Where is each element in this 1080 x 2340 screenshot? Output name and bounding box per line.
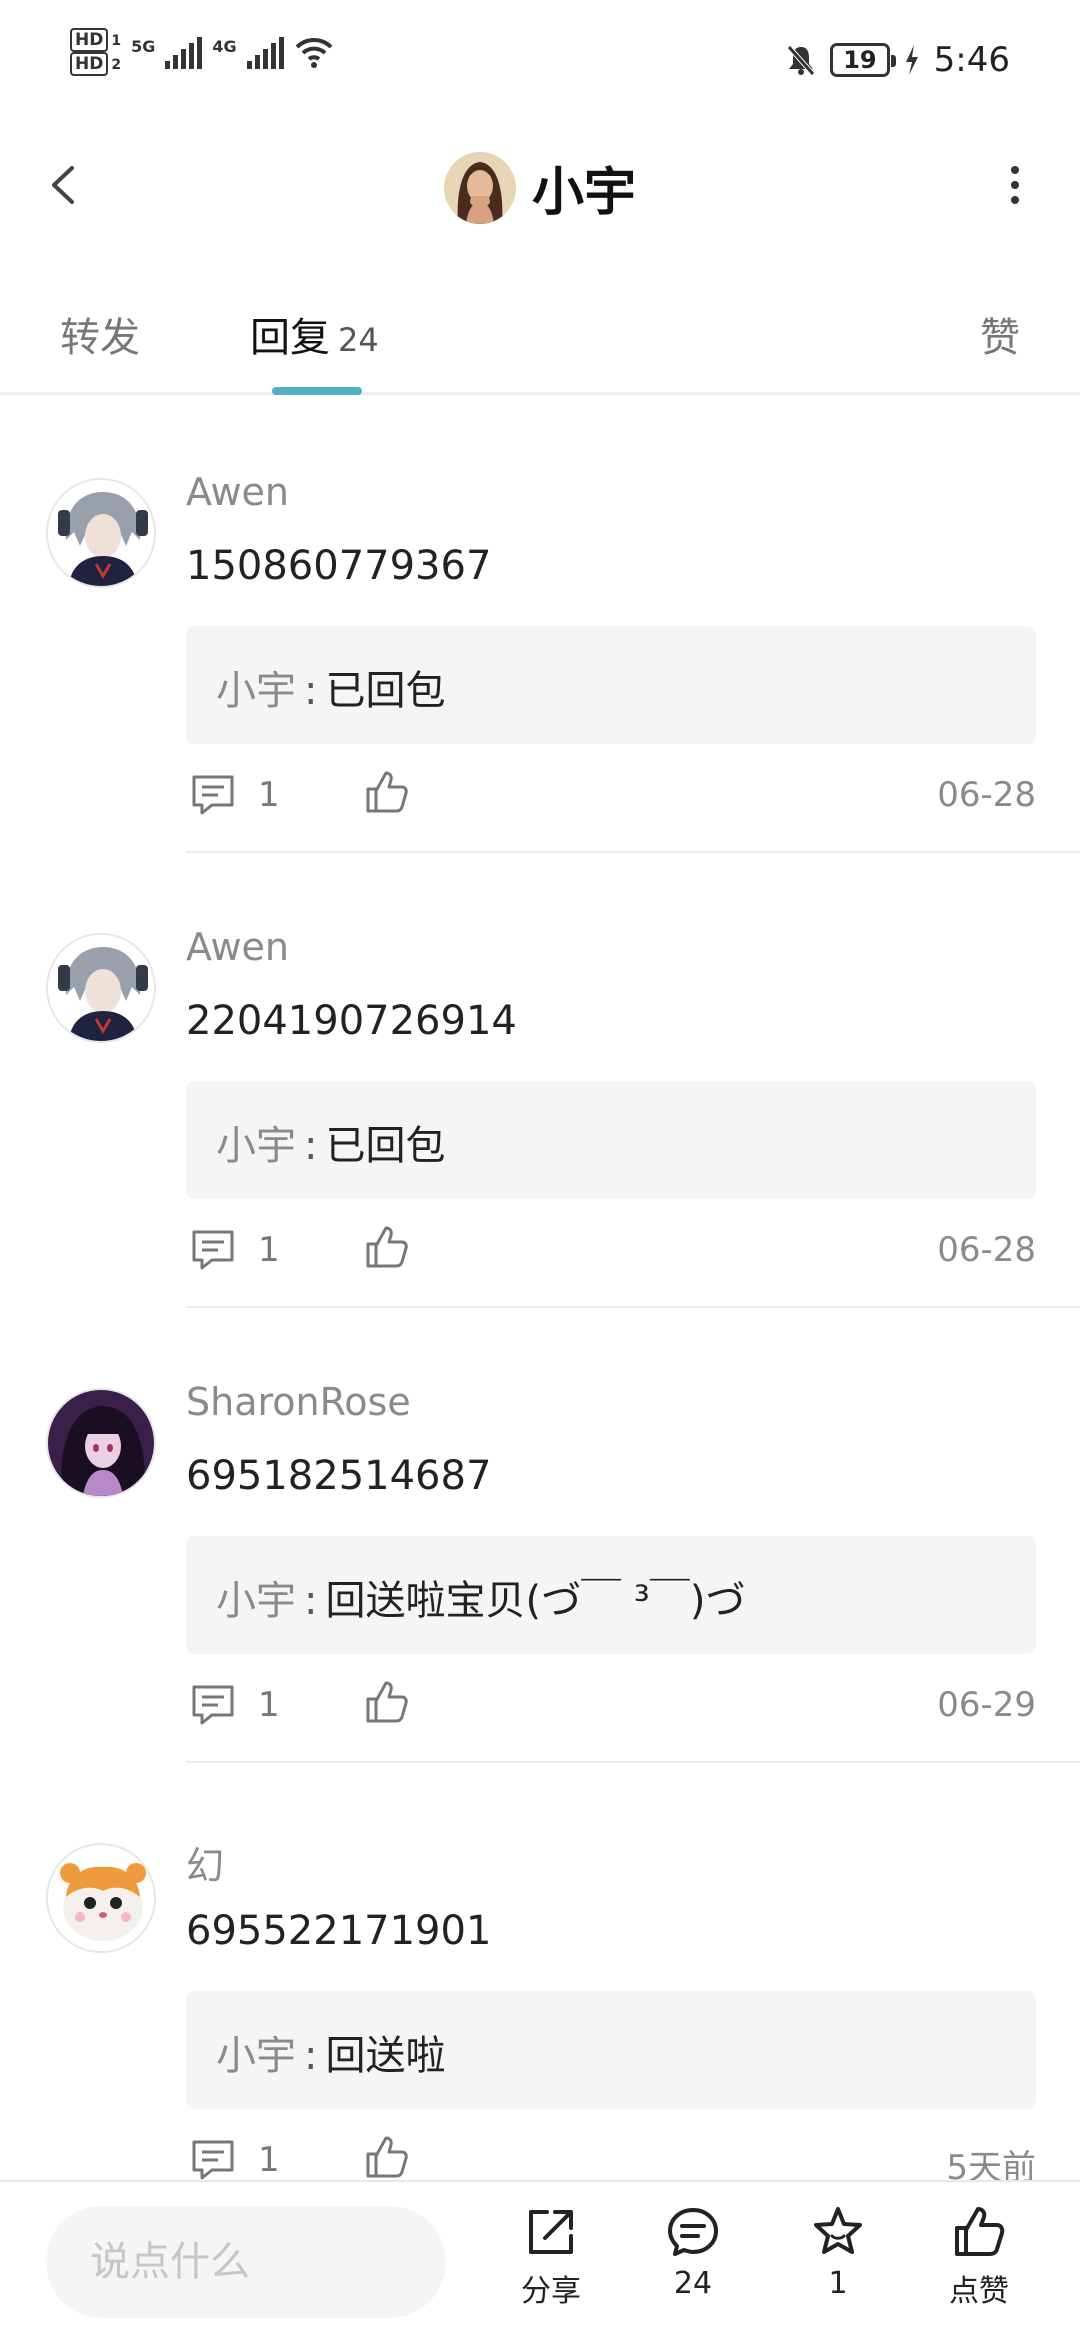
thumbs-up-icon[interactable] (364, 1224, 410, 1270)
commenter-avatar[interactable] (46, 478, 156, 588)
tab-reply-label: 回复 (250, 315, 330, 361)
commenter-avatar[interactable] (46, 1843, 156, 1953)
reply-button[interactable]: 1 (190, 1228, 280, 1272)
author-avatar[interactable] (443, 151, 516, 224)
share-icon (529, 2210, 573, 2254)
share-button[interactable]: 分享 (496, 2204, 606, 2310)
reply-author: 小宇 (216, 1123, 296, 1169)
reply-text: 回送啦 (325, 2033, 446, 2079)
comment-text: 150860779367 (186, 543, 492, 589)
mute-bell-icon (787, 45, 816, 76)
comment-actions: 1 06-28 (186, 771, 1036, 823)
tab-bar: 转发 回复 24 赞 (0, 280, 1080, 395)
reply-separator: : (304, 2033, 318, 2079)
comment-date: 06-28 (937, 1230, 1036, 1270)
comment-bubble-icon (668, 2208, 718, 2256)
like-label: 点赞 (949, 2274, 1009, 2309)
comment-actions: 1 06-29 (186, 1681, 1036, 1733)
thumbs-up-icon[interactable] (364, 769, 410, 815)
comment-actions: 1 5天前 (186, 2136, 1036, 2180)
network-type-2: 4G (212, 36, 237, 56)
comment-text: 2204190726914 (186, 998, 517, 1044)
commenter-avatar[interactable] (46, 1388, 156, 1498)
reply-button[interactable]: 1 (190, 2138, 280, 2180)
tab-reply[interactable]: 回复 24 (250, 305, 379, 363)
hd-1: HD 1 (70, 28, 121, 52)
thumbs-up-icon (955, 2207, 1005, 2256)
active-tab-indicator (272, 387, 362, 395)
signal-icon-2 (246, 35, 284, 69)
hd-indicators: HD 1 HD 2 (70, 28, 121, 76)
status-bar: HD 1 HD 2 5G 4G 19 5:46 (0, 0, 1080, 120)
network-type-1: 5G (131, 36, 156, 56)
comment-item: SharonRose 695182514687 小宇: 回送啦宝贝(づ￣ ³￣)づ… (0, 1308, 1080, 1763)
comment-item: Awen 150860779367 小宇: 已回包 1 06-28 (0, 398, 1080, 853)
reply-box[interactable]: 小宇: 已回包 (186, 1081, 1036, 1199)
thumbs-up-icon[interactable] (364, 1679, 410, 1725)
tab-forward[interactable]: 转发 (60, 305, 140, 363)
reply-box[interactable]: 小宇: 回送啦宝贝(づ￣ ³￣)づ (186, 1536, 1036, 1654)
like-button[interactable]: 点赞 (924, 2204, 1034, 2310)
thumbs-up-icon[interactable] (364, 2134, 410, 2180)
reply-box[interactable]: 小宇: 回送啦 (186, 1991, 1036, 2109)
reply-button[interactable]: 1 (190, 773, 280, 817)
comment-bubble-icon (192, 1230, 234, 1270)
clock: 5:46 (933, 40, 1010, 80)
signal-icon (165, 35, 203, 69)
comment-item: Awen 2204190726914 小宇: 已回包 1 06-28 (0, 853, 1080, 1308)
more-options-icon[interactable] (990, 160, 1040, 210)
status-right: 19 5:46 (786, 40, 1010, 80)
reply-count: 1 (258, 2140, 280, 2180)
tab-like[interactable]: 赞 (980, 305, 1020, 363)
favorites-count: 1 (828, 2266, 848, 2301)
reply-text: 已回包 (325, 1123, 446, 1169)
reply-box[interactable]: 小宇: 已回包 (186, 626, 1036, 744)
page-title: 小宇 (531, 163, 636, 223)
reply-text: 已回包 (325, 668, 446, 714)
commenter-name[interactable]: SharonRose (186, 1380, 411, 1424)
battery-indicator: 19 (830, 43, 897, 77)
hd-2: HD 2 (70, 52, 121, 76)
reply-count: 1 (258, 1685, 280, 1725)
favorite-button[interactable]: 1 (783, 2204, 893, 2301)
comments-button[interactable]: 24 (638, 2204, 748, 2301)
reply-author: 小宇 (216, 1578, 296, 1624)
reply-count: 1 (258, 1230, 280, 1270)
reply-button[interactable]: 1 (190, 1683, 280, 1727)
reply-count: 1 (258, 775, 280, 815)
commenter-name[interactable]: 幻 (186, 1835, 224, 1890)
header: 小宇 (0, 120, 1080, 250)
reply-text: 回送啦宝贝(づ￣ ³￣)づ (325, 1578, 746, 1624)
share-label: 分享 (521, 2274, 581, 2309)
comment-date: 06-29 (937, 1685, 1036, 1725)
bottom-action-bar: 分享 24 1 点赞 (0, 2180, 1080, 2340)
reply-separator: : (304, 668, 318, 714)
comment-bubble-icon (192, 1685, 234, 1725)
star-icon (814, 2207, 862, 2254)
comment-date: 06-28 (937, 775, 1036, 815)
comment-bubble-icon (192, 2140, 234, 2180)
charging-bolt-icon (905, 45, 918, 75)
commenter-name[interactable]: Awen (186, 470, 289, 514)
status-left: HD 1 HD 2 5G 4G (70, 28, 334, 76)
comment-list[interactable]: Awen 150860779367 小宇: 已回包 1 06-28 Awen 2… (0, 398, 1080, 2180)
comment-text: 695182514687 (186, 1453, 492, 1499)
commenter-avatar[interactable] (46, 933, 156, 1043)
header-center: 小宇 (0, 150, 1080, 225)
comment-bubble-icon (192, 775, 234, 815)
commenter-name[interactable]: Awen (186, 925, 289, 969)
reply-separator: : (304, 1123, 318, 1169)
reply-author: 小宇 (216, 2033, 296, 2079)
comment-actions: 1 06-28 (186, 1226, 1036, 1278)
comment-text: 695522171901 (186, 1908, 492, 1954)
comments-count: 24 (673, 2266, 713, 2301)
reply-separator: : (304, 1578, 318, 1624)
wifi-icon (295, 37, 333, 68)
comment-date: 5天前 (946, 2148, 1036, 2180)
reply-author: 小宇 (216, 668, 296, 714)
comment-item: 幻 695522171901 小宇: 回送啦 1 5天前 (0, 1763, 1080, 2180)
tab-reply-count: 24 (338, 321, 379, 359)
comment-input[interactable] (46, 2206, 446, 2318)
